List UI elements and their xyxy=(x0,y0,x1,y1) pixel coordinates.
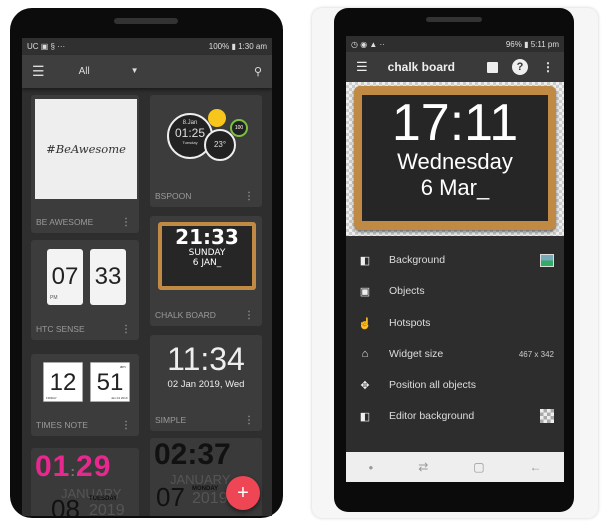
dot-icon[interactable]: ● xyxy=(368,463,373,472)
chalkboard-slate: 17:11 Wednesday 6 Mar_ xyxy=(362,95,548,221)
date: 08 xyxy=(51,494,80,516)
card-label: HTC SENSE xyxy=(36,324,85,334)
widget-card-htc-sense[interactable]: 07 PM 33 HTC SENSE ⋮ xyxy=(31,240,139,340)
note-day: FRIDAY xyxy=(46,396,57,400)
simple-date: 02 Jan 2019, Wed xyxy=(167,379,245,390)
ampm: am xyxy=(120,364,126,369)
speaker xyxy=(114,18,178,24)
hamburger-icon[interactable]: ☰ xyxy=(356,59,368,75)
status-right: 96% ▮ 5:11 pm xyxy=(505,39,559,49)
item-label: Position all objects xyxy=(389,379,476,391)
toolbar: ☰ All ▼ ⚲ xyxy=(22,55,272,88)
widget-size-icon: ⌂ xyxy=(361,348,369,360)
menu-item-editor-background[interactable]: ◧ Editor background xyxy=(346,404,564,428)
black-time: 02:37 xyxy=(154,438,231,471)
filter-value: All xyxy=(78,66,90,77)
item-label: Editor background xyxy=(389,410,475,422)
status-right: 100% ▮ 1:30 am xyxy=(208,42,267,51)
more-vert-icon[interactable]: ⋮ xyxy=(121,217,131,228)
help-icon[interactable]: ? xyxy=(512,59,528,75)
menu-item-widget-size[interactable]: ⌂ Widget size 467 x 342 xyxy=(346,342,564,366)
battery-circle: 100 xyxy=(230,119,248,137)
right-screen: ◷ ◉ ▲ ·· 96% ▮ 5:11 pm ☰ chalk board ? ⋮… xyxy=(346,36,564,482)
filter-dropdown[interactable]: All ▼ xyxy=(79,66,139,77)
toolbar: ☰ chalk board ? ⋮ xyxy=(346,52,564,82)
menu-item-position-all[interactable]: ✥ Position all objects xyxy=(346,373,564,397)
card-label: SIMPLE xyxy=(155,415,187,425)
speaker xyxy=(426,17,482,22)
move-icon: ✥ xyxy=(360,379,370,392)
widget-size-value: 467 x 342 xyxy=(518,349,554,359)
widget-card-be-awesome[interactable]: #BeAwesome BE AWESOME ⋮ xyxy=(31,95,139,233)
status-bar: UC ▣ § ··· 100% ▮ 1:30 am xyxy=(22,38,272,55)
year: 2019 xyxy=(89,502,125,516)
image-thumbnail-icon xyxy=(540,253,554,267)
date: 07 xyxy=(156,482,185,512)
ampm: PM xyxy=(50,295,58,301)
home-icon[interactable]: ▢ xyxy=(473,460,484,474)
card-label: CHALK BOARD xyxy=(155,310,216,320)
save-icon[interactable] xyxy=(487,61,498,73)
widget-preview[interactable]: 17:11 Wednesday 6 Mar_ xyxy=(346,82,564,236)
more-vert-icon[interactable]: ⋮ xyxy=(542,60,554,74)
note-date: Jan 04 2019 xyxy=(111,396,128,400)
preview-be-awesome: #BeAwesome xyxy=(35,99,137,199)
widget-card-chalk-board[interactable]: 21:33 SUNDAY 6 JAN_ CHALK BOARD ⋮ xyxy=(150,216,262,326)
simple-time: 11:34 xyxy=(167,341,245,377)
status-left: ◷ ◉ ▲ ·· xyxy=(351,39,385,49)
widget-card-bspoon[interactable]: 8.Jan 01:25 Tuesday 23° 100 BSPOON ⋮ xyxy=(150,95,262,207)
widget-card-times-note[interactable]: 12 51 am FRIDAY Jan 04 2019 TIMES NOTE ⋮ xyxy=(31,354,139,436)
year: 2019 xyxy=(192,490,228,507)
more-vert-icon[interactable]: ⋮ xyxy=(121,420,131,431)
search-icon[interactable]: ⚲ xyxy=(254,65,262,78)
flip-minute: 33 xyxy=(90,249,126,305)
more-vert-icon[interactable]: ⋮ xyxy=(244,415,254,426)
more-vert-icon[interactable]: ⋮ xyxy=(121,324,131,335)
checker-thumbnail-icon xyxy=(540,409,554,423)
preview-day: Wednesday xyxy=(397,149,513,174)
item-label: Widget size xyxy=(389,348,444,360)
menu-item-hotspots[interactable]: ☝ Hotspots xyxy=(346,311,564,335)
chalkboard-frame: 21:33 SUNDAY 6 JAN_ xyxy=(158,222,256,290)
status-left: UC ▣ § ··· xyxy=(27,42,66,51)
dropdown-arrow-icon: ▼ xyxy=(130,66,139,75)
status-bar: ◷ ◉ ▲ ·· 96% ▮ 5:11 pm xyxy=(346,36,564,52)
add-widget-button[interactable]: + xyxy=(226,476,260,510)
left-screen: UC ▣ § ··· 100% ▮ 1:30 am ☰ All ▼ ⚲ #BeA… xyxy=(22,38,272,516)
touch-icon: ☝ xyxy=(358,317,372,330)
editor-title: chalk board xyxy=(387,60,456,74)
nav-bar: ● ⇄ ▢ ← xyxy=(346,452,564,482)
chalkboard-frame: 17:11 Wednesday 6 Mar_ xyxy=(354,86,556,230)
preview-time: 17:11 xyxy=(391,94,519,152)
card-label: TIMES NOTE xyxy=(36,420,88,430)
widget-card-pink-clock[interactable]: 01:29 JANUARY TUESDAY 08 2019 xyxy=(31,448,139,516)
pink-time: 01:29 xyxy=(35,450,112,483)
item-label: Background xyxy=(389,254,446,266)
menu-item-background[interactable]: ◧ Background xyxy=(346,248,564,272)
menu-item-objects[interactable]: ▣ Objects xyxy=(346,279,564,303)
hamburger-icon[interactable]: ☰ xyxy=(32,63,45,80)
more-vert-icon[interactable]: ⋮ xyxy=(244,310,254,321)
recents-icon[interactable]: ⇄ xyxy=(418,460,428,474)
more-vert-icon[interactable]: ⋮ xyxy=(244,191,254,202)
card-label: BSPOON xyxy=(155,191,192,201)
layers-icon: ◧ xyxy=(359,254,371,267)
preview-date: 6 Mar_ xyxy=(420,175,490,200)
layers-icon: ◧ xyxy=(359,410,371,423)
back-icon[interactable]: ← xyxy=(530,460,542,474)
card-label: BE AWESOME xyxy=(36,217,94,227)
objects-icon: ▣ xyxy=(359,285,371,298)
widget-card-simple[interactable]: 11:34 02 Jan 2019, Wed SIMPLE ⋮ xyxy=(150,335,262,431)
item-label: Objects xyxy=(389,285,425,297)
item-label: Hotspots xyxy=(389,317,431,329)
